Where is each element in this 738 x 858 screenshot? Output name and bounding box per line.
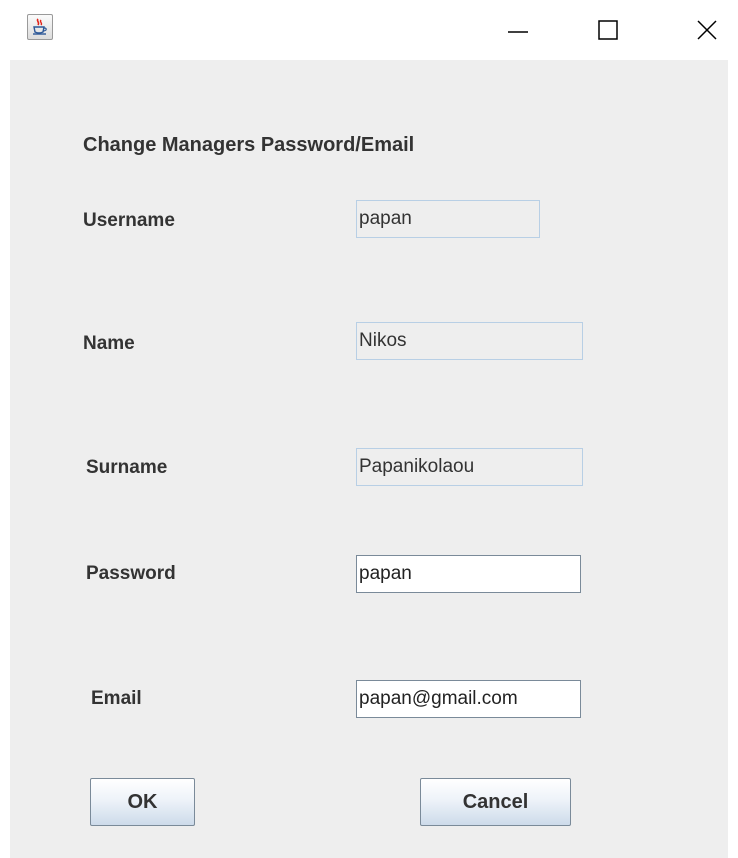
form-heading: Change Managers Password/Email: [83, 134, 415, 156]
close-icon: [697, 20, 717, 40]
java-cup-icon[interactable]: [27, 14, 53, 40]
title-bar: [0, 0, 738, 60]
maximize-icon: [598, 20, 618, 40]
username-label: Username: [83, 210, 175, 231]
cancel-button[interactable]: Cancel: [420, 778, 571, 826]
email-field[interactable]: [356, 680, 581, 718]
name-label: Name: [83, 333, 135, 354]
minimize-button[interactable]: [488, 0, 548, 60]
password-label: Password: [86, 563, 176, 584]
surname-field[interactable]: [356, 448, 583, 486]
surname-label: Surname: [86, 457, 168, 478]
username-field[interactable]: [356, 200, 540, 238]
password-field[interactable]: [356, 555, 581, 593]
name-field[interactable]: [356, 322, 583, 360]
email-label: Email: [91, 688, 142, 709]
close-button[interactable]: [677, 0, 737, 60]
minimize-icon: [508, 31, 528, 33]
ok-button[interactable]: OK: [90, 778, 195, 826]
maximize-button[interactable]: [578, 0, 638, 60]
